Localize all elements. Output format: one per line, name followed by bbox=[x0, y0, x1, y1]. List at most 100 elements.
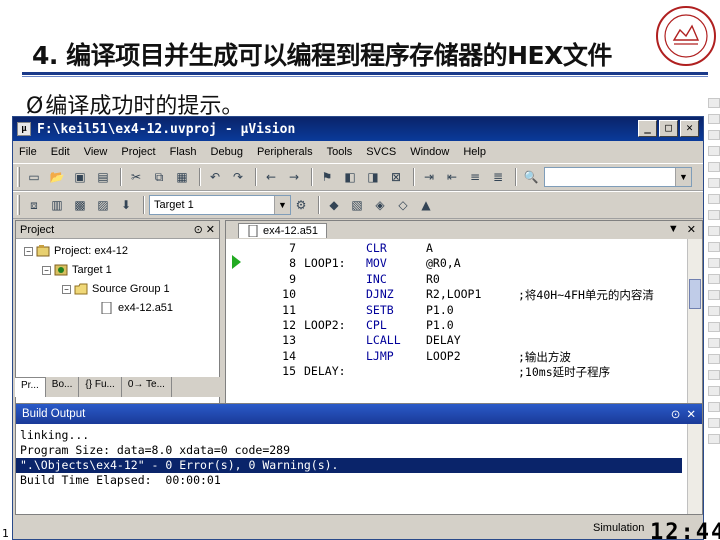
select-packs-icon[interactable]: ▧ bbox=[347, 195, 367, 215]
code-label: LOOP1: bbox=[304, 256, 346, 271]
indent-icon[interactable]: ⇥ bbox=[419, 167, 439, 187]
menu-project[interactable]: Project bbox=[121, 146, 155, 158]
clear-bookmarks-icon[interactable]: ⊠ bbox=[386, 167, 406, 187]
pin-icon[interactable]: ⊙ bbox=[194, 223, 203, 236]
uncomment-icon[interactable]: ≣ bbox=[488, 167, 508, 187]
tab-functions[interactable]: {} Fu... bbox=[79, 377, 122, 397]
save-all-icon[interactable]: ▤ bbox=[93, 167, 113, 187]
toolbar-grip[interactable] bbox=[17, 195, 20, 215]
menu-file[interactable]: File bbox=[19, 146, 37, 158]
output-line[interactable]: Program Size: data=8.0 xdata=0 code=289 bbox=[16, 443, 702, 458]
menu-edit[interactable]: Edit bbox=[51, 146, 70, 158]
menu-tools[interactable]: Tools bbox=[327, 146, 353, 158]
comment-icon[interactable]: ≡ bbox=[465, 167, 485, 187]
menu-debug[interactable]: Debug bbox=[211, 146, 243, 158]
code-line[interactable]: 10 DJNZ R2,LOOP1 ;将40H~4FH单元的内容清 bbox=[226, 287, 686, 302]
menu-peripherals[interactable]: Peripherals bbox=[257, 146, 313, 158]
output-vertical-scrollbar[interactable] bbox=[687, 424, 702, 514]
collapse-icon[interactable]: − bbox=[62, 284, 71, 294]
tab-templates[interactable]: 0→ Te... bbox=[122, 377, 172, 397]
open-folder-icon[interactable]: 📂 bbox=[47, 167, 67, 187]
nav-back-icon[interactable]: ← bbox=[261, 167, 281, 187]
download-icon[interactable]: ⬇ bbox=[116, 195, 136, 215]
menu-view[interactable]: View bbox=[84, 146, 108, 158]
toolbar-grip[interactable] bbox=[17, 167, 20, 187]
close-tab-icon[interactable]: ✕ bbox=[687, 223, 696, 236]
close-panel-icon[interactable]: ✕ bbox=[686, 407, 696, 421]
menu-window[interactable]: Window bbox=[410, 146, 449, 158]
target-select[interactable]: Target 1 ▼ bbox=[149, 195, 291, 215]
build-icon[interactable]: ▥ bbox=[47, 195, 67, 215]
chevron-down-icon[interactable]: ▼ bbox=[675, 168, 691, 186]
file-icon bbox=[101, 302, 112, 314]
event-recorder-icon[interactable]: ▲ bbox=[416, 195, 436, 215]
code-line[interactable]: 13 LCALL DELAY bbox=[226, 333, 686, 348]
menu-svcs[interactable]: SVCS bbox=[366, 146, 396, 158]
code-operand: DELAY bbox=[426, 333, 461, 348]
window-titlebar[interactable]: μ F:\keil51\ex4-12.uvproj - μVision _ □ … bbox=[13, 117, 703, 141]
code-line[interactable]: 9 INC R0 bbox=[226, 272, 686, 287]
pack-installer-icon[interactable]: ◇ bbox=[393, 195, 413, 215]
next-bookmark-icon[interactable]: ◨ bbox=[363, 167, 383, 187]
find-in-files-icon[interactable]: 🔍 bbox=[521, 167, 541, 187]
batch-build-icon[interactable]: ▨ bbox=[93, 195, 113, 215]
save-icon[interactable]: ▣ bbox=[70, 167, 90, 187]
code-line[interactable]: 15 DELAY: ;10ms延时子程序 bbox=[226, 364, 686, 379]
app-icon: μ bbox=[17, 122, 31, 136]
tree-item-project[interactable]: − Project: ex4-12 bbox=[24, 245, 128, 257]
code-line[interactable]: 14 LJMP LOOP2 ;输出方波 bbox=[226, 349, 686, 364]
maximize-button[interactable]: □ bbox=[659, 120, 678, 137]
bookmark-icon[interactable]: ⚑ bbox=[317, 167, 337, 187]
tree-item-source-file[interactable]: ex4-12.a51 bbox=[100, 302, 173, 314]
collapse-icon[interactable]: − bbox=[24, 246, 33, 256]
build-output-log[interactable]: linking... Program Size: data=8.0 xdata=0… bbox=[16, 424, 702, 488]
paste-icon[interactable]: ▦ bbox=[172, 167, 192, 187]
code-operand: R0 bbox=[426, 271, 440, 286]
menu-bar: File Edit View Project Flash Debug Perip… bbox=[13, 141, 703, 163]
tab-list-icon[interactable]: ▼ bbox=[668, 223, 679, 236]
chevron-down-icon[interactable]: ▼ bbox=[274, 196, 290, 214]
menu-flash[interactable]: Flash bbox=[170, 146, 197, 158]
minimize-button[interactable]: _ bbox=[638, 120, 657, 137]
copy-icon[interactable]: ⧉ bbox=[149, 167, 169, 187]
undo-icon[interactable]: ↶ bbox=[205, 167, 225, 187]
window-title: F:\keil51\ex4-12.uvproj - μVision bbox=[37, 121, 296, 137]
translate-icon[interactable]: ⧈ bbox=[24, 195, 44, 215]
tree-item-target[interactable]: − Target 1 bbox=[42, 264, 112, 276]
code-line[interactable]: 8 LOOP1: MOV @R0,A bbox=[226, 256, 686, 271]
code-operand: P1.0 bbox=[426, 318, 454, 332]
output-line[interactable]: ".\Objects\ex4-12" - 0 Error(s), 0 Warni… bbox=[16, 458, 682, 473]
target-options-icon[interactable]: ⚙ bbox=[291, 195, 311, 215]
build-output-panel: Build Output ⊙ ✕ linking... Program Size:… bbox=[15, 403, 703, 515]
rebuild-icon[interactable]: ▩ bbox=[70, 195, 90, 215]
nav-forward-icon[interactable]: → bbox=[284, 167, 304, 187]
collapse-icon[interactable]: − bbox=[42, 265, 51, 275]
editor-tab[interactable]: ex4-12.a51 bbox=[238, 222, 328, 238]
code-opcode: CPL bbox=[366, 318, 387, 332]
prev-bookmark-icon[interactable]: ◧ bbox=[340, 167, 360, 187]
manage-components-icon[interactable]: ◆ bbox=[324, 195, 344, 215]
menu-help[interactable]: Help bbox=[463, 146, 486, 158]
cut-icon[interactable]: ✂ bbox=[126, 167, 146, 187]
tree-item-source-group[interactable]: − Source Group 1 bbox=[62, 283, 170, 295]
find-combo[interactable]: ▼ bbox=[544, 167, 692, 187]
code-line[interactable]: 7 CLR A bbox=[226, 241, 686, 256]
project-icon bbox=[36, 245, 50, 257]
redo-icon[interactable]: ↷ bbox=[228, 167, 248, 187]
unindent-icon[interactable]: ⇤ bbox=[442, 167, 462, 187]
new-file-icon[interactable]: ▭ bbox=[24, 167, 44, 187]
run-env-icon[interactable]: ◈ bbox=[370, 195, 390, 215]
output-line[interactable]: linking... bbox=[16, 428, 702, 443]
output-line[interactable]: Build Time Elapsed: 00:00:01 bbox=[16, 473, 702, 488]
close-panel-icon[interactable]: ✕ bbox=[206, 223, 215, 236]
code-line[interactable]: 12 LOOP2: CPL P1.0 bbox=[226, 318, 686, 333]
slide-title: 4. 编译项目并生成可以编程到程序存储器的HEX文件 bbox=[32, 41, 612, 70]
close-button[interactable]: ✕ bbox=[680, 120, 699, 137]
project-panel-header: Project ⊙ ✕ bbox=[16, 221, 219, 239]
code-operand: R2,LOOP1 bbox=[426, 287, 482, 302]
pin-icon[interactable]: ⊙ bbox=[671, 407, 681, 421]
code-line[interactable]: 11 SETB P1.0 bbox=[226, 303, 686, 318]
line-number: 8 bbox=[289, 256, 296, 271]
tab-books[interactable]: Bo... bbox=[46, 377, 80, 397]
tab-project[interactable]: Pr... bbox=[15, 377, 46, 397]
